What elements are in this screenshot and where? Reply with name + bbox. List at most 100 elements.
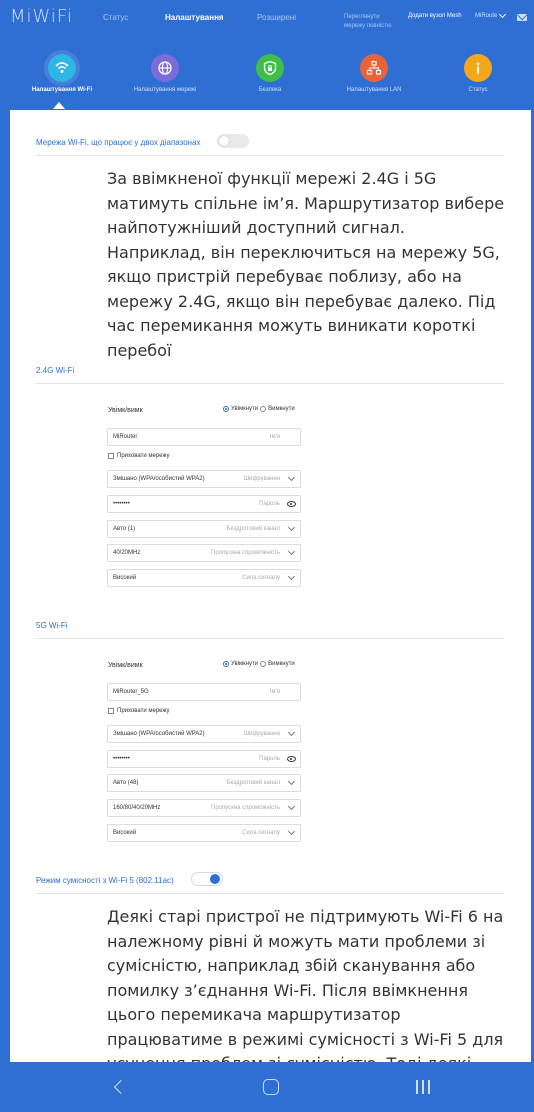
wifi24-hide-row: Приховати мережу [108,453,170,459]
wifi24-bandwidth-select[interactable]: 40/20MHz Пропускна спроможність [107,544,301,562]
wifi24-title: 2.4G Wi-Fi [36,366,75,375]
radio-label: Вимкнути [268,661,295,667]
router-name: MiRoute [475,13,498,19]
eye-icon[interactable] [287,756,296,762]
wifi5-channel-select[interactable]: Авто (48) Бездротовий канал [107,774,301,792]
wifi24-on-radio[interactable] [223,406,229,412]
input-value: •••••••• [113,501,130,507]
wifi5-hide-checkbox[interactable] [108,708,114,714]
wifi5-bandwidth-select[interactable]: 160/80/40/20MHz Пропускна спроможність [107,799,301,817]
input-value: Високий [113,830,137,836]
globe-icon [151,54,179,82]
input-placeholder: Пароль [259,501,280,507]
input-placeholder: Ім'я [269,689,280,695]
wifi24-encryption-select[interactable]: Змішано (WPA/особистий WPA2) Шифрування [107,470,301,488]
settings-tabs: Налаштування Wi-Fi Налаштування мережі Б… [0,48,534,108]
eye-icon[interactable] [287,501,296,507]
divider [36,893,504,894]
tab-lan-settings[interactable]: Налаштування LAN [322,48,426,93]
back-icon[interactable] [113,1079,129,1095]
input-value: 160/80/40/20MHz [113,805,161,811]
input-placeholder: Шифрування [243,476,280,482]
radio-label: Вимкнути [268,406,295,412]
input-value: Змішано (WPA/особистий WPA2) [113,476,205,482]
nav-advanced[interactable]: Розширені [257,13,296,22]
mesh-view-link[interactable]: Переглянути мережу повністю [344,13,402,31]
wifi5-onoff-label: Увімк/вимк [108,662,143,669]
chevron-down-icon [287,523,296,532]
input-value: •••••••• [113,756,130,762]
nav-settings[interactable]: Налаштування [165,13,224,22]
chevron-down-icon [287,728,296,737]
wifi5-hide-row: Приховати мережу [108,708,170,714]
chevron-down-icon [287,473,296,482]
mail-icon[interactable] [517,14,527,21]
wifi24-onoff-radio: Увімкнути Вимкнути [223,406,295,412]
wifi24-password-input[interactable]: •••••••• Пароль [107,495,301,513]
chevron-down-icon [499,10,507,19]
compat-toggle[interactable] [191,872,223,886]
chevron-down-icon [287,777,296,786]
tab-label: Налаштування Wi-Fi [31,87,93,93]
tab-status[interactable]: Статус [426,48,530,93]
radio-label: Увімкнути [231,406,259,412]
wifi5-title: 5G Wi-Fi [36,621,68,630]
nav-status[interactable]: Статус [103,13,128,22]
wifi5-encryption-select[interactable]: Змішано (WPA/особистий WPA2) Шифрування [107,725,301,743]
compat-label: Режим сумісності з Wi-Fi 5 (802.11ac) [36,876,174,885]
tab-network-settings[interactable]: Налаштування мережі [113,48,217,93]
wifi24-name-input[interactable]: MiRouter Ім'я [107,428,301,446]
input-placeholder: Пропускна спроможність [211,805,280,811]
wifi5-name-input[interactable]: MiRouter_5G Ім'я [107,683,301,701]
input-placeholder: Ім'я [269,434,280,440]
input-placeholder: Пароль [259,756,280,762]
compat-description: Деякі старі пристрої не підтримують Wi-F… [107,907,504,1062]
input-value: Авто (1) [113,526,136,532]
tab-wifi-settings[interactable]: Налаштування Wi-Fi [10,48,114,93]
input-value: MiRouter [113,434,138,440]
tab-label: Безпека [258,87,282,93]
wifi5-password-input[interactable]: •••••••• Пароль [107,750,301,768]
checkbox-label: Приховати мережу [117,708,170,714]
top-nav: MiWiFi Статус Налаштування Розширені Пер… [0,0,534,40]
info-icon [464,54,492,82]
wifi24-signal-select[interactable]: Високий Сила сигналу [107,569,301,587]
wifi24-channel-select[interactable]: Авто (1) Бездротовий канал [107,520,301,538]
input-placeholder: Пропускна спроможність [211,550,280,556]
dual-band-toggle[interactable] [217,134,249,148]
wifi5-onoff-radio: Увімкнути Вимкнути [223,661,295,667]
divider [36,383,504,384]
wifi-icon [48,54,76,82]
add-mesh-node-link[interactable]: Додати вузол Mesh [408,13,462,19]
wifi5-signal-select[interactable]: Високий Сила сигналу [107,824,301,842]
logo: MiWiFi [10,6,73,27]
chevron-down-icon [287,572,296,581]
input-value: 40/20MHz [113,550,141,556]
input-placeholder: Бездротовий канал [226,526,280,532]
divider [36,638,504,639]
dual-band-description: За ввімкненої функції мережі 2.4G і 5G м… [107,169,505,360]
wifi24-off-radio[interactable] [260,406,267,412]
input-value: Авто (48) [113,780,139,786]
input-placeholder: Бездротовий канал [226,780,280,786]
recent-apps-icon[interactable] [414,1080,432,1094]
divider [36,155,504,156]
dual-band-label: Мережа Wi-Fi, що працює у двох діапазона… [36,138,201,147]
shield-icon [256,54,284,82]
input-placeholder: Шифрування [243,731,280,737]
input-value: Високий [113,575,137,581]
router-menu[interactable]: MiRoute [475,10,507,19]
wifi5-on-radio[interactable] [223,661,229,667]
active-tab-indicator [53,102,65,109]
lan-icon [360,54,388,82]
chevron-down-icon [287,827,296,836]
radio-label: Увімкнути [231,661,259,667]
wifi24-hide-checkbox[interactable] [108,453,114,459]
settings-card: Мережа Wi-Fi, що працює у двох діапазона… [10,110,531,1062]
wifi5-off-radio[interactable] [260,661,267,667]
input-value: MiRouter_5G [113,689,149,695]
tab-security[interactable]: Безпека [218,48,322,93]
input-value: Змішано (WPA/особистий WPA2) [113,731,205,737]
tab-label: Статус [468,87,488,93]
home-icon[interactable] [263,1079,279,1095]
